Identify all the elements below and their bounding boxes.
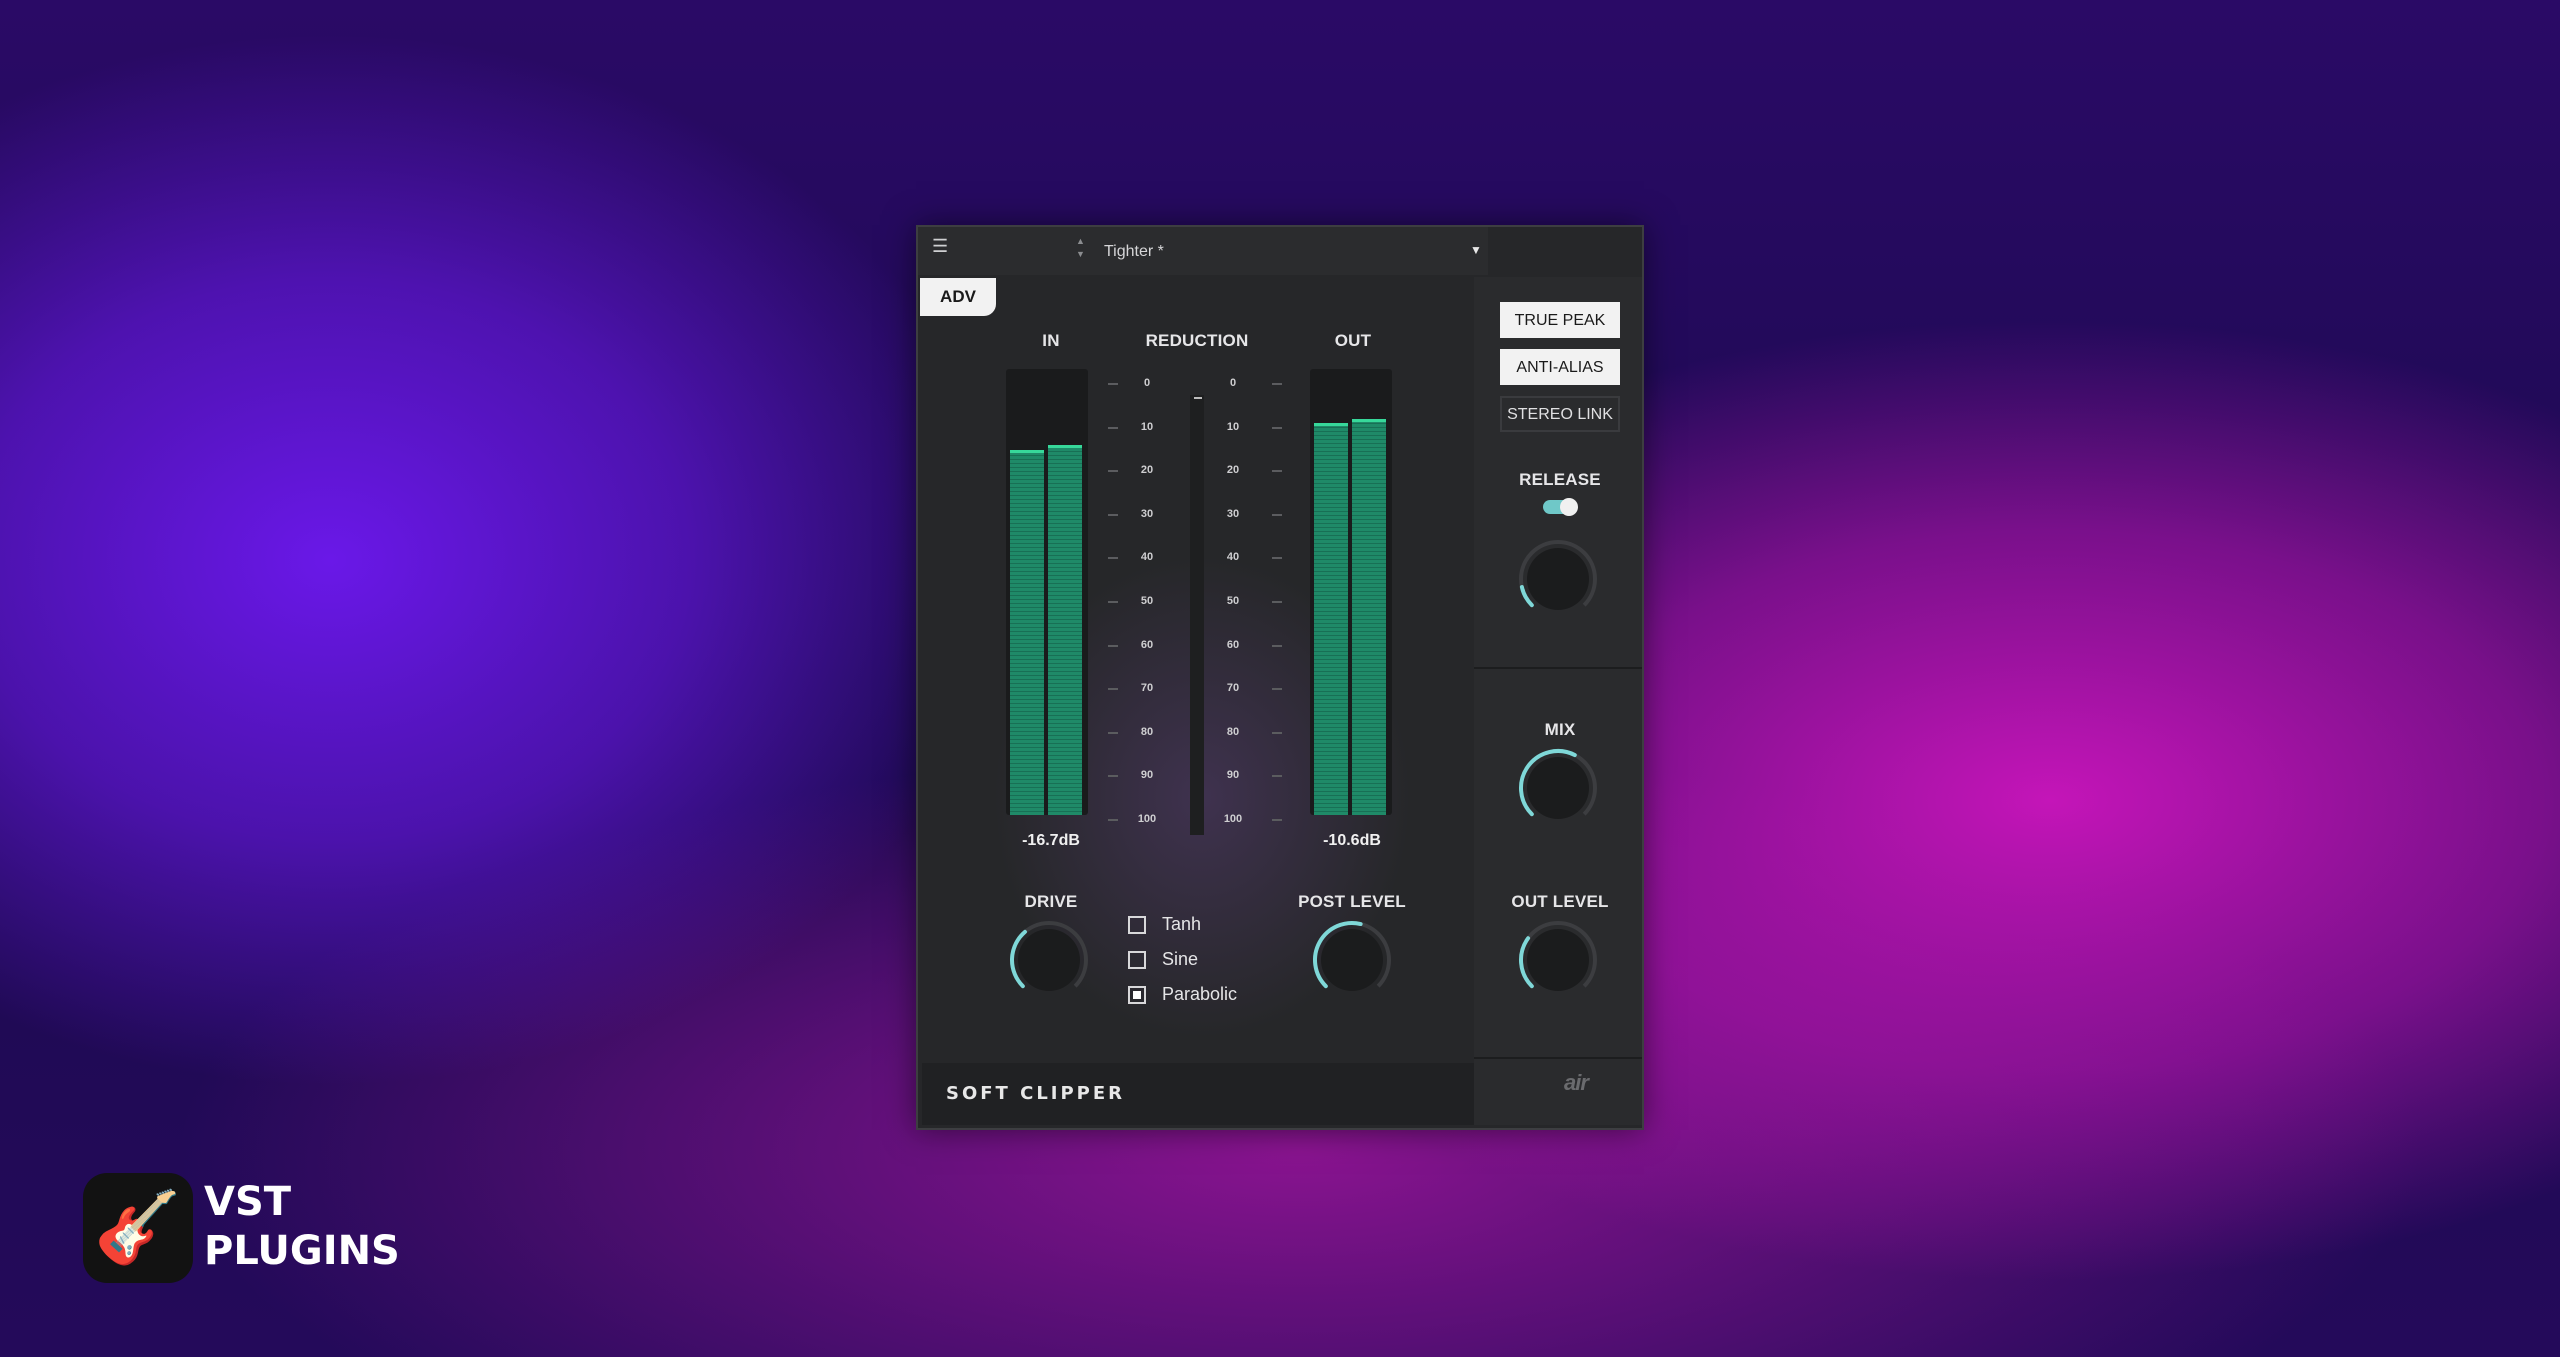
scale-label: 20	[1140, 464, 1154, 477]
tanh-checkbox[interactable]	[1128, 915, 1146, 934]
scale-label: 100	[1137, 813, 1157, 825]
scale-tick	[1108, 819, 1118, 821]
preset-step-arrows[interactable]: ▲ ▼	[1076, 235, 1085, 261]
tanh-label: Tanh	[1162, 914, 1202, 934]
scale-label: 60	[1226, 638, 1240, 651]
scale-tick	[1108, 731, 1118, 734]
scale-tick	[1272, 819, 1282, 821]
scale-tick	[1272, 731, 1282, 734]
scale-label: 60	[1140, 638, 1154, 651]
scale-label: 100	[1223, 813, 1243, 825]
watermark-line-1: VST	[204, 1179, 292, 1225]
scale-label: 0	[1143, 377, 1151, 389]
scale-label: 20	[1226, 464, 1240, 477]
scale-label: 10	[1226, 420, 1240, 433]
scale-tick	[1108, 601, 1118, 603]
preset-prev-icon[interactable]: ▲	[1076, 235, 1085, 248]
scale-tick	[1272, 557, 1282, 560]
scale-label: 40	[1226, 551, 1240, 564]
side-divider	[1474, 667, 1642, 669]
scale-label: 10	[1140, 420, 1154, 433]
plugin-footer: SOFT CLIPPER	[922, 1063, 1474, 1125]
parabolic-label: Parabolic	[1162, 984, 1238, 1004]
guitar-icon: 🎸	[83, 1173, 193, 1283]
release-auto-toggle[interactable]	[1543, 498, 1578, 516]
scale-label: 90	[1226, 769, 1240, 782]
scale-tick	[1108, 383, 1118, 385]
out-meter-bar-right	[1352, 419, 1386, 815]
scale-tick	[1272, 383, 1282, 385]
out-level-readout: -10.6dB	[1323, 832, 1381, 849]
true-peak-button[interactable]: TRUE PEAK	[1500, 302, 1620, 338]
toggle-knob	[1560, 498, 1578, 516]
preset-dropdown-icon[interactable]: ▼	[1470, 243, 1482, 257]
scale-tick	[1108, 470, 1118, 473]
curve-option-sine[interactable]: Sine	[1128, 949, 1198, 970]
curve-option-parabolic[interactable]: Parabolic	[1128, 984, 1237, 1005]
reduction-meter-label: REDUCTION	[1145, 331, 1249, 350]
out-meter	[1310, 369, 1392, 815]
mix-knob[interactable]	[1515, 745, 1601, 831]
reduction-meter-indicator	[1194, 397, 1202, 399]
parabolic-checkbox[interactable]	[1128, 985, 1146, 1004]
out-meter-bar-left	[1314, 423, 1348, 815]
curve-option-tanh[interactable]: Tanh	[1128, 914, 1201, 935]
scale-tick	[1272, 513, 1282, 516]
scale-label: 70	[1140, 682, 1154, 695]
side-divider-bottom	[1474, 1057, 1642, 1059]
scale-label: 50	[1226, 595, 1240, 607]
sine-label: Sine	[1162, 949, 1199, 969]
preset-next-icon[interactable]: ▼	[1076, 248, 1085, 261]
adv-mode-button[interactable]: ADV	[920, 278, 996, 316]
hamburger-menu-icon[interactable]: ☰	[932, 237, 948, 255]
scale-label: 40	[1140, 551, 1154, 564]
out-meter-label: OUT	[1334, 331, 1372, 350]
in-meter-label: IN	[1042, 331, 1060, 350]
scale-tick	[1272, 470, 1282, 473]
vst-plugins-watermark: VST PLUGINS	[204, 1178, 400, 1276]
scale-tick	[1272, 644, 1282, 647]
scale-tick	[1272, 426, 1282, 429]
post-level-label: POST LEVEL	[1298, 892, 1406, 911]
scale-label: 50	[1140, 595, 1154, 607]
scale-label: 30	[1226, 507, 1240, 520]
soft-clipper-plugin-window: ☰ ▲ ▼ Tighter * ▼ ADV IN REDUCTION OUT 0…	[916, 225, 1644, 1130]
preset-bar: ☰ ▲ ▼ Tighter * ▼	[918, 227, 1488, 275]
scale-label: 80	[1226, 725, 1240, 738]
reduction-meter	[1190, 395, 1204, 835]
preset-name[interactable]: Tighter *	[1104, 243, 1164, 261]
scale-label: 90	[1140, 769, 1154, 782]
scale-label: 30	[1140, 507, 1154, 520]
post-level-knob[interactable]	[1309, 917, 1395, 1003]
scale-tick	[1108, 775, 1118, 778]
scale-tick	[1272, 775, 1282, 778]
in-meter-bar-left	[1010, 449, 1044, 815]
scale-label: 70	[1226, 682, 1240, 695]
scale-tick	[1108, 426, 1118, 429]
scale-tick	[1272, 688, 1282, 691]
stereo-link-button[interactable]: STEREO LINK	[1500, 396, 1620, 432]
in-level-readout: -16.7dB	[1022, 832, 1080, 849]
release-knob[interactable]	[1515, 536, 1601, 622]
watermark-line-2: PLUGINS	[204, 1228, 400, 1274]
scale-tick	[1108, 513, 1118, 516]
air-logo: air	[1564, 1070, 1589, 1095]
scale-tick	[1108, 688, 1118, 691]
mix-label: MIX	[1544, 720, 1576, 739]
sine-checkbox[interactable]	[1128, 950, 1146, 969]
scale-tick	[1272, 601, 1282, 603]
plugin-name: SOFT CLIPPER	[946, 1083, 1126, 1104]
scale-label: 80	[1140, 725, 1154, 738]
anti-alias-button[interactable]: ANTI-ALIAS	[1500, 349, 1620, 385]
drive-knob[interactable]	[1006, 917, 1092, 1003]
scale-tick	[1108, 644, 1118, 647]
scale-tick	[1108, 557, 1118, 560]
in-meter	[1006, 369, 1088, 815]
drive-label: DRIVE	[1024, 892, 1078, 911]
in-meter-bar-right	[1048, 445, 1082, 815]
scale-label: 0	[1229, 377, 1237, 389]
out-level-knob[interactable]	[1515, 917, 1601, 1003]
out-level-label: OUT LEVEL	[1511, 892, 1609, 911]
release-label: RELEASE	[1519, 470, 1601, 489]
